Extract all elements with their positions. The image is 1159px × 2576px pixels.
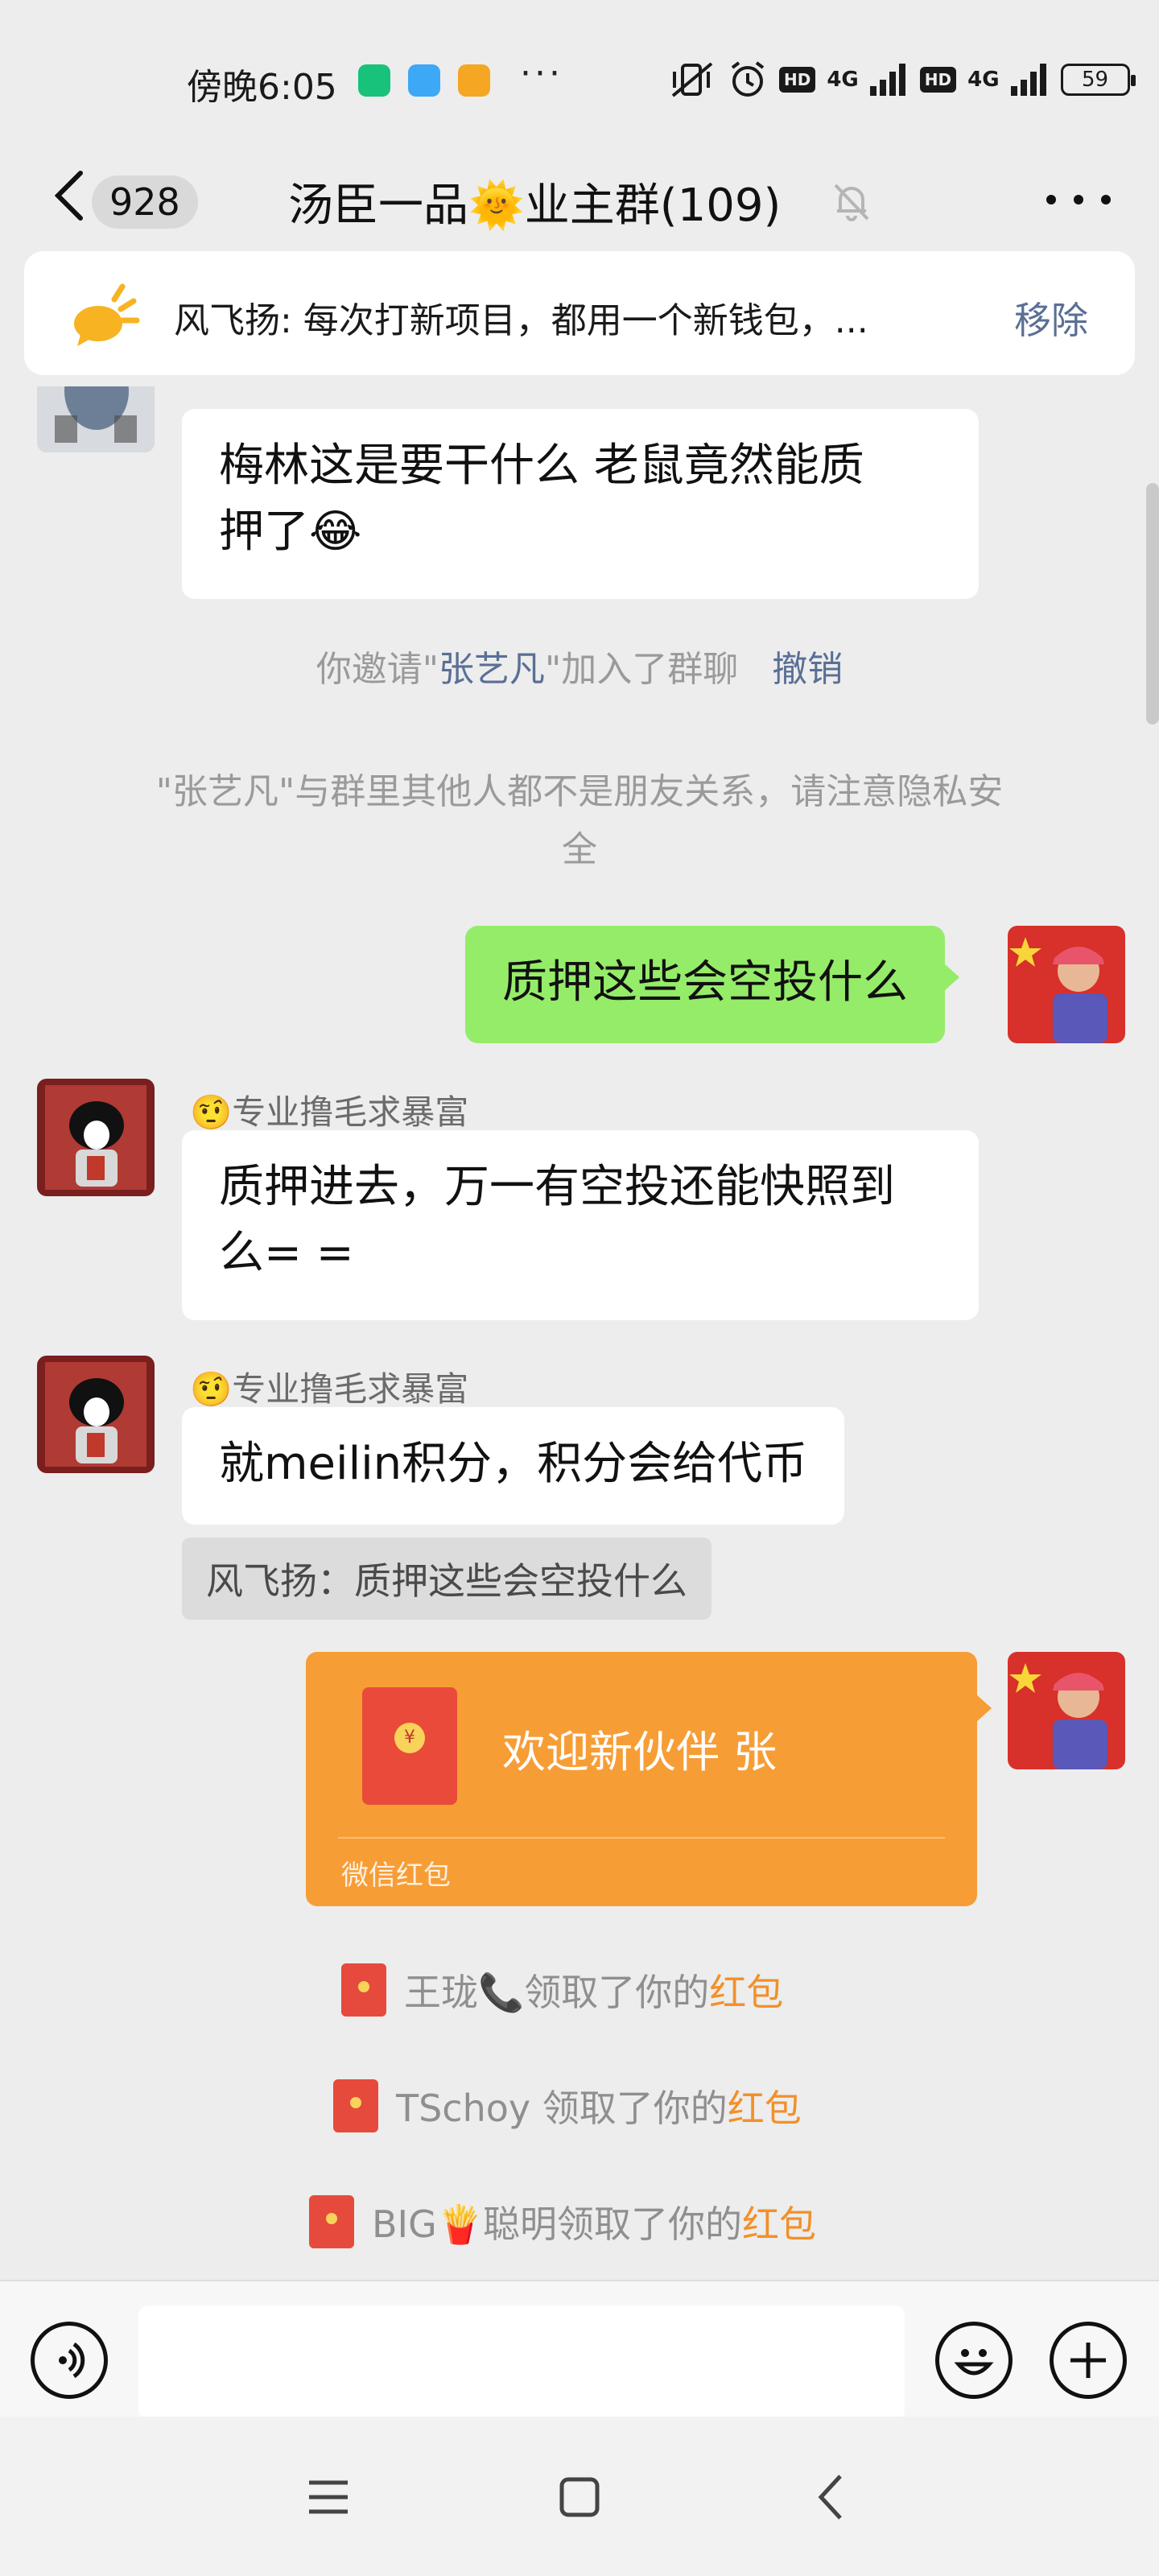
more-options-icon[interactable] (1046, 167, 1111, 232)
hd-badge-icon: HD (919, 67, 957, 93)
red-packet-label: 微信红包 (341, 1860, 451, 1892)
red-packet-message[interactable]: ¥ 欢迎新伙伴 张 微信红包 (306, 1652, 992, 1906)
battery-icon: 59 (1060, 64, 1136, 96)
message-input[interactable] (138, 2306, 905, 2420)
red-envelope-icon (333, 2079, 378, 2132)
home-icon[interactable] (547, 2465, 612, 2529)
system-text: "加入了群聊 (545, 649, 739, 690)
unread-count-badge[interactable]: 928 (92, 175, 198, 229)
avatar-image (37, 1079, 155, 1196)
avatar[interactable] (37, 1079, 155, 1196)
signal-icon (1010, 64, 1046, 96)
red-packet-link[interactable]: 红包 (728, 2079, 802, 2132)
coin-icon: ¥ (394, 1723, 425, 1753)
avatar-image (37, 386, 155, 452)
undo-invite-link[interactable]: 撤销 (772, 649, 843, 690)
notice-text: BIG🍟聪明领取了你的 (372, 2202, 743, 2246)
red-envelope-icon (309, 2195, 354, 2248)
quoted-message[interactable]: 风飞扬：质押这些会空投什么 (182, 1538, 711, 1620)
voice-icon[interactable] (31, 2322, 108, 2399)
alarm-icon (731, 61, 765, 97)
message-app-icon (408, 64, 440, 97)
more-notifications-icon: ··· (520, 53, 563, 94)
scrollbar[interactable] (1146, 483, 1159, 724)
message-text: 质押这些会空投什么 (502, 956, 908, 1009)
back-chevron-icon[interactable] (45, 159, 93, 232)
pinned-message-text: 风飞扬: 每次打新项目，都用一个新钱包，... (174, 300, 868, 341)
avatar-image (1008, 926, 1125, 1043)
status-time: 傍晚6:05 (187, 67, 337, 108)
mail-app-icon (458, 64, 490, 97)
emoji-icon[interactable] (935, 2322, 1013, 2399)
message-text-line: 么= = (219, 1227, 354, 1279)
red-packet-received-notice: TSchoy 领取了你的 红包 (333, 2074, 802, 2138)
system-message-invite: 你邀请"张艺凡"加入了群聊 撤销 (0, 641, 1159, 699)
avatar[interactable] (37, 386, 155, 452)
hd-badge-icon: HD (779, 67, 816, 93)
red-packet-link[interactable]: 红包 (709, 1963, 783, 2017)
sender-name: 🤨专业撸毛求暴富 (190, 1369, 469, 1409)
message-text: 就meilin积分，积分会给代币 (219, 1438, 808, 1490)
red-packet-title: 欢迎新伙伴 张 (502, 1727, 777, 1777)
notice-text: TSchoy 领取了你的 (396, 2087, 728, 2130)
input-bar (0, 2280, 1159, 2420)
chat-title[interactable]: 汤臣一品🌞业主群(109) (288, 169, 781, 234)
system-text: 你邀请" (316, 649, 439, 690)
message-bubble[interactable]: 梅林这是要干什么 老鼠竟然能质 押了😂 (182, 409, 979, 599)
my-avatar[interactable] (1008, 1652, 1125, 1769)
red-packet-received-notice: BIG🍟聪明领取了你的 红包 (309, 2190, 816, 2254)
message-text-line: 押了😂 (219, 506, 362, 558)
vibrate-off-icon (671, 62, 713, 97)
avatar-image (37, 1356, 155, 1473)
red-envelope-icon (341, 1963, 386, 2017)
menu-icon[interactable] (296, 2465, 361, 2529)
invited-name-link[interactable]: 张艺凡 (439, 649, 545, 690)
avatar[interactable] (37, 1356, 155, 1473)
pinned-message-banner[interactable]: 风飞扬: 每次打新项目，都用一个新钱包，... 移除 (24, 251, 1135, 375)
status-right: HD 4G HD 4G 59 (668, 58, 1136, 101)
status-bar: 傍晚6:05 ··· HD 4G HD 4G 59 (0, 0, 1159, 153)
chat-message-list[interactable]: 梅林这是要干什么 老鼠竟然能质 押了😂 你邀请"张艺凡"加入了群聊 撤销 "张艺… (0, 386, 1159, 2278)
red-packet-link[interactable]: 红包 (742, 2195, 816, 2248)
signal-icon (869, 64, 905, 96)
mute-bell-icon (834, 184, 869, 221)
my-avatar[interactable] (1008, 926, 1125, 1043)
plus-icon[interactable] (1050, 2322, 1127, 2399)
system-navigation-bar (0, 2417, 1159, 2576)
system-text: 全 (562, 829, 597, 870)
shield-app-icon (358, 64, 390, 97)
system-text: "张艺凡"与群里其他人都不是朋友关系，请注意隐私安 (155, 771, 1004, 812)
message-text-line: 质押进去，万一有空投还能快照到 (219, 1161, 895, 1213)
chat-header: 928 汤臣一品🌞业主群(109) (0, 145, 1159, 250)
announcement-speaker-icon (74, 283, 140, 346)
red-envelope-icon: ¥ (362, 1687, 457, 1805)
system-message-privacy: "张艺凡"与群里其他人都不是朋友关系，请注意隐私安 全 (89, 763, 1070, 879)
red-packet-received-notice: 王珑📞领取了你的 红包 (341, 1958, 783, 2022)
message-bubble[interactable]: 就meilin积分，积分会给代币 (182, 1407, 845, 1525)
network-type-1: 4G (827, 68, 859, 92)
sender-name: 🤨专业撸毛求暴富 (190, 1092, 469, 1132)
network-type-2: 4G (967, 68, 1000, 92)
message-bubble[interactable]: 质押进去，万一有空投还能快照到 么= = (182, 1130, 979, 1320)
notice-text: 王珑📞领取了你的 (404, 1971, 710, 2014)
avatar-image (1008, 1652, 1125, 1769)
message-text-line: 梅林这是要干什么 老鼠竟然能质 (219, 440, 864, 492)
remove-pinned-button[interactable]: 移除 (1014, 291, 1088, 345)
my-message-bubble[interactable]: 质押这些会空投什么 (465, 926, 959, 1043)
back-icon[interactable] (798, 2465, 863, 2529)
divider (338, 1837, 945, 1839)
quoted-text: 风飞扬：质押这些会空投什么 (206, 1559, 687, 1603)
